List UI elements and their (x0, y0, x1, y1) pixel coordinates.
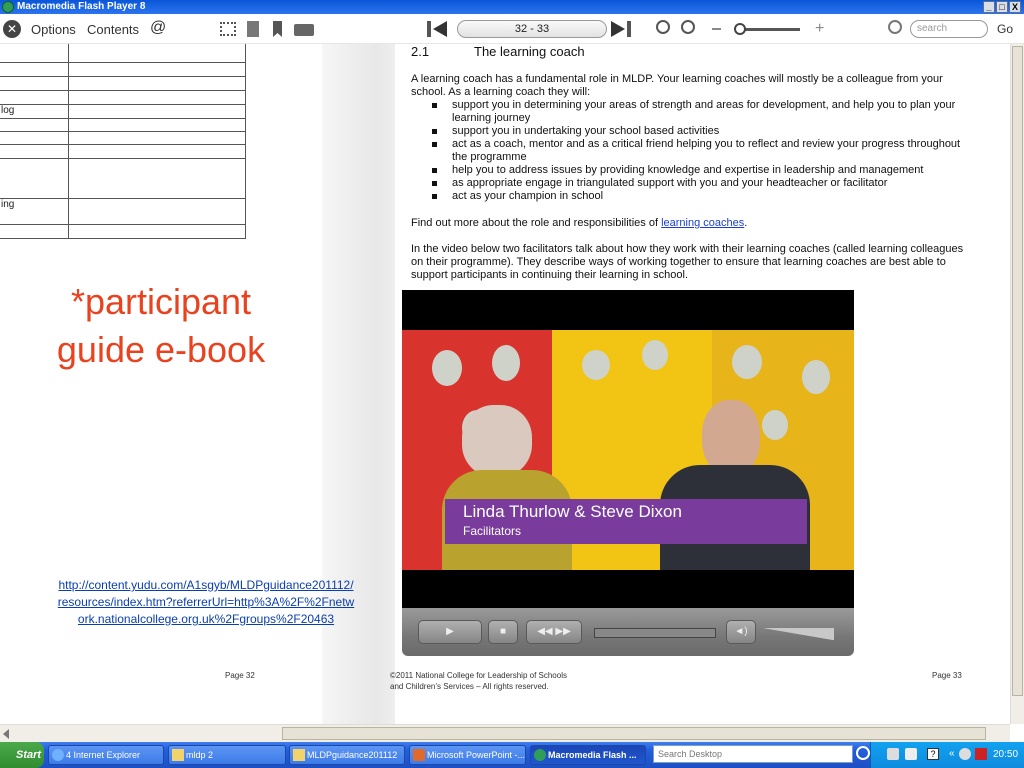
select-icon[interactable] (220, 22, 236, 36)
stop-button[interactable]: ■ (488, 620, 518, 644)
table-cell: ing (1, 199, 15, 210)
volume-icon[interactable]: ◄) (726, 620, 756, 644)
taskbar-item-mldp2[interactable]: mldp 2 (168, 745, 286, 765)
callout-line-2: guide e-book (56, 329, 266, 370)
contents-menu[interactable]: Contents (87, 22, 139, 37)
caption-names: Linda Thurlow & Steve Dixon (463, 502, 682, 521)
first-page-bar-icon (427, 21, 431, 37)
flash-icon (534, 749, 546, 761)
search-input[interactable]: search (910, 20, 988, 38)
list-item: act as your champion in school (432, 190, 972, 203)
table-column-divider (68, 44, 69, 239)
vertical-scrollbar[interactable] (1010, 44, 1024, 724)
folder-icon (172, 749, 184, 761)
clock[interactable]: 20:50 (993, 748, 1018, 762)
tray-alert-icon[interactable] (975, 748, 987, 760)
vertical-scroll-thumb[interactable] (1012, 46, 1023, 696)
horizontal-scrollbar[interactable] (0, 724, 1010, 742)
list-item: support you in undertaking your school b… (432, 125, 972, 138)
print-icon[interactable] (294, 24, 314, 36)
person-right-head (702, 400, 760, 475)
tray-window-icon[interactable] (905, 748, 917, 760)
previous-page-icon[interactable] (433, 21, 447, 37)
toolbar: ✕ Options Contents @ 32 - 33 + search Go (0, 14, 1024, 44)
intro-paragraph: A learning coach has a fundamental role … (411, 73, 943, 98)
play-button[interactable]: ▶ (418, 620, 482, 644)
zoom-plus-icon[interactable]: + (815, 21, 824, 37)
zoom-in-icon[interactable] (681, 20, 695, 34)
taskbar-item-flash-player[interactable]: Macromedia Flash ... (530, 745, 646, 765)
rewind-button[interactable]: ◀◀ (537, 626, 552, 637)
zoom-minus-icon[interactable] (712, 28, 721, 30)
taskbar-item-internet-explorer[interactable]: 4 Internet Explorer (48, 745, 164, 765)
video-progress-bar[interactable] (594, 628, 716, 638)
folder-icon (293, 749, 305, 761)
rewind-forward-buttons[interactable]: ◀◀ ▶▶ (526, 620, 582, 644)
find-out-more-paragraph: Find out more about the role and respons… (411, 217, 748, 229)
table-cell: log (1, 105, 15, 116)
system-tray: ? « 20:50 (870, 742, 1024, 768)
bookmark-icon[interactable] (273, 21, 282, 37)
taskbar-item-mldpguidance[interactable]: MLDPguidance201112 (289, 745, 405, 765)
last-page-bar-icon (627, 21, 631, 37)
person-left-head (462, 405, 532, 477)
tray-tool-icon[interactable] (887, 748, 899, 760)
email-menu[interactable]: @ (150, 19, 166, 37)
tray-help-icon[interactable]: ? (927, 748, 939, 760)
fast-forward-button[interactable]: ▶▶ (555, 626, 570, 637)
video-caption: Linda Thurlow & Steve Dixon Facilitators (445, 499, 807, 544)
list-item: act as a coach, mentor and as a critical… (432, 138, 972, 164)
zoom-fit-icon[interactable] (656, 20, 670, 34)
left-page-table: log ing (0, 44, 246, 239)
tray-network-icon[interactable] (959, 748, 971, 760)
video-controls: ▶ ■ ◀◀ ▶▶ ◄) (402, 608, 854, 656)
list-item: as appropriate engage in triangulated su… (432, 177, 972, 190)
page-indicator[interactable]: 32 - 33 (457, 20, 607, 38)
start-button[interactable]: Start (0, 742, 44, 768)
ebook-url-link[interactable]: http://content.yudu.com/A1sgyb/MLDPguida… (30, 577, 382, 628)
window-title: Macromedia Flash Player 8 (17, 1, 146, 12)
video-intro-paragraph: In the video below two facilitators talk… (411, 243, 964, 281)
go-button[interactable]: Go (997, 22, 1013, 36)
list-item: help you to address issues by providing … (432, 164, 972, 177)
tray-expand-icon[interactable]: « (949, 748, 955, 760)
help-icon[interactable]: ✕ (3, 20, 21, 38)
copyright: ©2011 National College for Leadership of… (390, 671, 567, 691)
desktop-search-icon[interactable] (856, 746, 870, 760)
zoom-slider-handle[interactable] (734, 23, 746, 35)
window-titlebar: Macromedia Flash Player 8 _ □ X (0, 0, 1024, 14)
close-button[interactable]: X (1009, 1, 1021, 13)
notes-icon[interactable] (247, 21, 259, 37)
learning-coaches-link[interactable]: learning coaches (661, 217, 744, 229)
maximize-button[interactable]: □ (996, 1, 1008, 13)
desktop-search-input[interactable]: Search Desktop (653, 745, 853, 763)
video-player[interactable] (402, 290, 854, 608)
left-page-number: Page 32 (225, 671, 255, 680)
volume-slider[interactable] (764, 628, 834, 640)
options-menu[interactable]: Options (31, 22, 76, 37)
section-number: 2.1 (411, 44, 430, 59)
next-page-icon[interactable] (611, 21, 625, 37)
right-page-number: Page 33 (932, 671, 962, 680)
zoom-slider-track[interactable] (740, 28, 800, 31)
list-item: support you in determining your areas of… (432, 99, 972, 125)
ie-icon (52, 749, 64, 761)
minimize-button[interactable]: _ (983, 1, 995, 13)
scroll-left-arrow-icon[interactable] (3, 729, 9, 739)
caption-role: Facilitators (463, 524, 522, 538)
horizontal-scroll-thumb[interactable] (282, 727, 986, 740)
search-icon (888, 20, 902, 34)
powerpoint-icon (413, 749, 425, 761)
section-title: The learning coach (474, 44, 585, 59)
taskbar-item-powerpoint[interactable]: Microsoft PowerPoint -... (409, 745, 526, 765)
flash-player-icon (2, 1, 14, 13)
callout-line-1: *participant (70, 281, 252, 322)
